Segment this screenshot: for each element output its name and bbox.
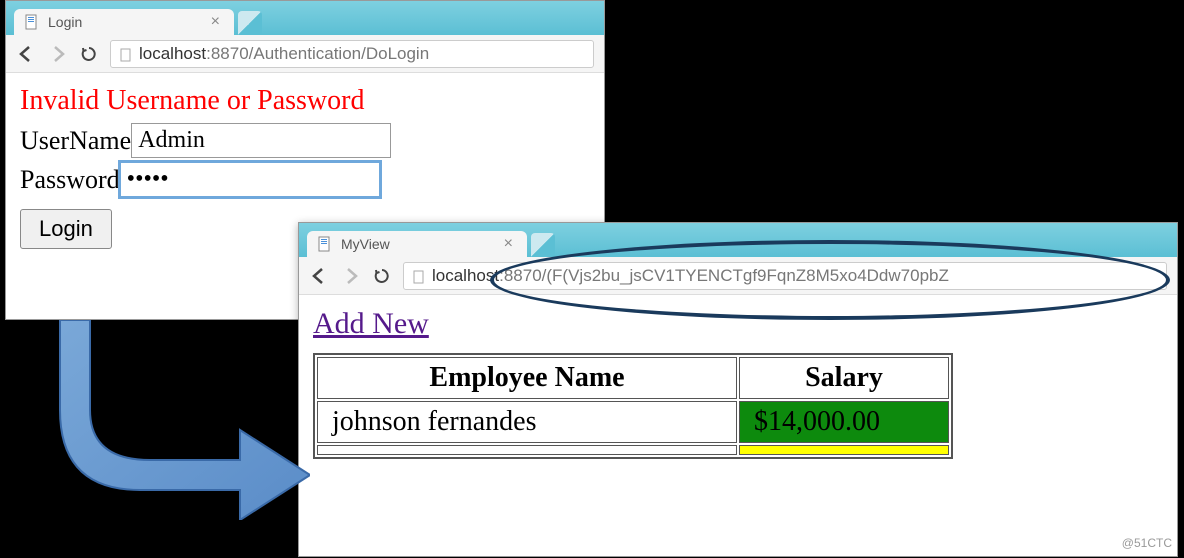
tab-title: Login bbox=[48, 14, 82, 30]
employee-table: Employee Name Salary johnson fernandes $… bbox=[313, 353, 953, 459]
myview-page-content: Add New Employee Name Salary johnson fer… bbox=[299, 295, 1177, 471]
address-bar[interactable]: localhost:8870/(F(Vjs2bu_jsCV1TYENCTgf9F… bbox=[403, 262, 1167, 290]
page-favicon bbox=[24, 14, 40, 30]
password-row: Password bbox=[20, 162, 590, 197]
header-employee-name: Employee Name bbox=[317, 357, 737, 399]
myview-browser-window: MyView × localhost:8870/(F(Vjs2bu_jsCV1T… bbox=[298, 222, 1178, 557]
password-label: Password bbox=[20, 165, 120, 195]
forward-icon[interactable] bbox=[341, 266, 361, 286]
tab-close-icon[interactable]: × bbox=[504, 236, 513, 252]
table-row bbox=[317, 445, 949, 455]
browser-tab-login[interactable]: Login × bbox=[14, 9, 234, 35]
cell-salary bbox=[739, 445, 949, 455]
login-button[interactable]: Login bbox=[20, 209, 112, 249]
cell-employee-name bbox=[317, 445, 737, 455]
header-salary: Salary bbox=[739, 357, 949, 399]
browser-tab-myview[interactable]: MyView × bbox=[307, 231, 527, 257]
tab-title: MyView bbox=[341, 236, 390, 252]
toolbar: localhost:8870/(F(Vjs2bu_jsCV1TYENCTgf9F… bbox=[299, 257, 1177, 295]
table-header-row: Employee Name Salary bbox=[317, 357, 949, 399]
address-bar[interactable]: localhost:8870/Authentication/DoLogin bbox=[110, 40, 594, 68]
page-favicon bbox=[317, 236, 333, 252]
tab-bar: MyView × bbox=[299, 223, 1177, 257]
cell-employee-name: johnson fernandes bbox=[317, 401, 737, 443]
cell-salary: $14,000.00 bbox=[739, 401, 949, 443]
error-message: Invalid Username or Password bbox=[20, 85, 590, 117]
page-icon bbox=[119, 47, 133, 61]
username-row: UserName bbox=[20, 123, 590, 158]
toolbar: localhost:8870/Authentication/DoLogin bbox=[6, 35, 604, 73]
watermark: @51CTC bbox=[1122, 536, 1172, 550]
back-icon[interactable] bbox=[16, 44, 36, 64]
flow-arrow bbox=[30, 320, 310, 520]
url-path: :8870/Authentication/DoLogin bbox=[206, 44, 429, 64]
reload-icon[interactable] bbox=[80, 45, 98, 63]
table-row: johnson fernandes $14,000.00 bbox=[317, 401, 949, 443]
new-tab-corner[interactable] bbox=[531, 233, 555, 257]
username-input[interactable] bbox=[131, 123, 391, 158]
username-label: UserName bbox=[20, 126, 131, 156]
page-icon bbox=[412, 269, 426, 283]
tab-bar: Login × bbox=[6, 1, 604, 35]
forward-icon[interactable] bbox=[48, 44, 68, 64]
password-input[interactable] bbox=[120, 162, 380, 197]
add-new-link[interactable]: Add New bbox=[313, 307, 429, 341]
url-host: localhost bbox=[432, 266, 499, 286]
new-tab-corner[interactable] bbox=[238, 11, 262, 35]
back-icon[interactable] bbox=[309, 266, 329, 286]
url-host: localhost bbox=[139, 44, 206, 64]
tab-close-icon[interactable]: × bbox=[211, 14, 220, 30]
url-path: :8870/(F(Vjs2bu_jsCV1TYENCTgf9FqnZ8M5xo4… bbox=[499, 266, 949, 286]
reload-icon[interactable] bbox=[373, 267, 391, 285]
